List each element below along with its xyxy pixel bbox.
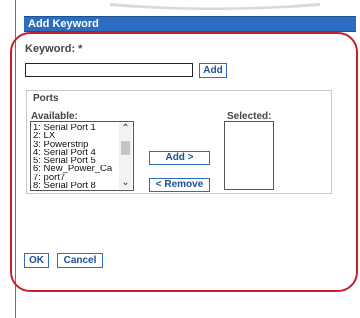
dialog-title: Add Keyword	[28, 18, 99, 30]
add-keyword-page: Add Keyword Keyword: * Add Ports Availab…	[0, 0, 360, 318]
ok-button[interactable]: OK	[24, 253, 49, 268]
keyword-input[interactable]	[25, 63, 193, 77]
available-port-item[interactable]: 8: Serial Port 8	[33, 182, 117, 190]
header-swoosh-decoration	[110, 3, 320, 10]
available-ports-items: 1: Serial Port 1 2: LX 3: Powerstrip 4: …	[33, 124, 117, 190]
remove-port-button[interactable]: < Remove	[149, 178, 210, 192]
cancel-button[interactable]: Cancel	[57, 253, 103, 268]
available-port-item[interactable]: 3: Powerstrip	[33, 141, 117, 149]
ports-legend: Ports	[33, 93, 59, 104]
add-port-button[interactable]: Add >	[149, 151, 210, 165]
available-ports-listbox[interactable]: 1: Serial Port 1 2: LX 3: Powerstrip 4: …	[30, 121, 134, 191]
scroll-down-arrow-icon[interactable]: ⌄	[119, 177, 132, 189]
add-keyword-button[interactable]: Add	[199, 63, 227, 78]
available-port-item[interactable]: 1: Serial Port 1	[33, 124, 117, 132]
available-port-item[interactable]: 7: port7	[33, 174, 117, 182]
keyword-label: Keyword: *	[25, 43, 83, 55]
scroll-up-arrow-icon[interactable]: ⌃	[119, 123, 132, 135]
available-port-item[interactable]: 5: Serial Port 5	[33, 157, 117, 165]
selected-ports-listbox[interactable]	[224, 121, 274, 190]
scrollbar-thumb[interactable]	[121, 141, 130, 155]
available-port-item[interactable]: 2: LX	[33, 132, 117, 140]
page-left-rule	[15, 0, 16, 318]
listbox-scrollbar[interactable]: ⌃ ⌄	[119, 123, 132, 189]
available-port-item[interactable]: 6: New_Power_Ca	[33, 165, 117, 173]
dialog-header-bar: Add Keyword	[24, 16, 356, 32]
available-port-item[interactable]: 4: Serial Port 4	[33, 149, 117, 157]
